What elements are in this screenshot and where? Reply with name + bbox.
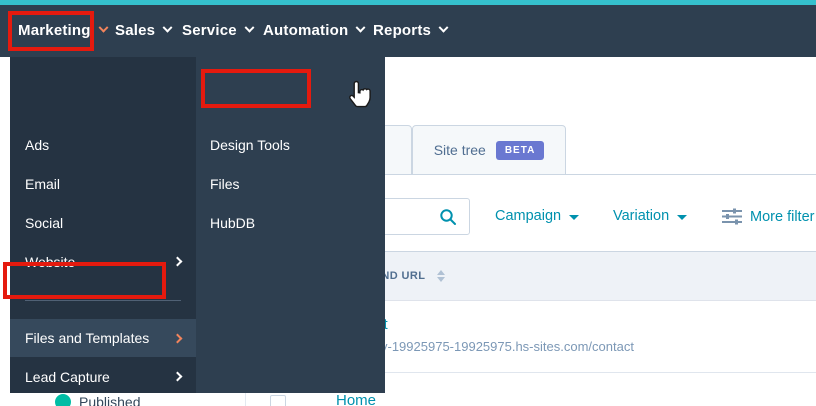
chevron-down-icon <box>244 22 255 33</box>
menu-item-lead-capture[interactable]: Lead Capture <box>10 357 196 396</box>
chevron-down-icon <box>98 22 109 33</box>
nav-item-sales[interactable]: Sales <box>115 20 173 40</box>
search-icon <box>440 209 456 225</box>
menu-item-label: Social <box>25 214 64 231</box>
more-filters-icon <box>722 208 742 225</box>
nav-item-label: Reports <box>373 21 432 39</box>
menu-item-label: Files and Templates <box>25 330 150 346</box>
chevron-right-icon <box>172 371 183 382</box>
campaign-filter-dropdown[interactable]: Campaign <box>495 208 580 224</box>
nav-item-label: Sales <box>115 21 156 39</box>
marketing-dropdown-menu: Ads Email Social Website Files and Templ… <box>10 57 196 393</box>
variation-filter-dropdown[interactable]: Variation <box>613 208 688 224</box>
nav-item-marketing[interactable]: Marketing <box>18 20 109 40</box>
menu-item-label: Website <box>25 253 76 270</box>
accent-line <box>0 0 816 5</box>
chevron-down-icon <box>162 22 173 33</box>
campaign-filter-label: Campaign <box>495 208 562 224</box>
tab-site-tree[interactable]: Site tree BETA <box>412 125 566 175</box>
top-navigation-bar: Marketing Sales Service Automation Repor… <box>0 0 816 57</box>
menu-item-ads[interactable]: Ads <box>10 125 196 164</box>
files-and-templates-submenu: Design Tools Files HubDB <box>196 57 385 393</box>
chevron-right-icon <box>172 333 183 343</box>
tab-site-tree-label: Site tree <box>433 142 486 158</box>
nav-item-reports[interactable]: Reports <box>373 20 449 40</box>
menu-item-website[interactable]: Website <box>10 242 196 281</box>
menu-item-files-and-templates[interactable]: Files and Templates <box>10 319 196 357</box>
submenu-item-design-tools[interactable]: Design Tools <box>196 125 385 164</box>
menu-item-label: Email <box>25 175 61 192</box>
nav-item-service[interactable]: Service <box>182 20 255 40</box>
menu-item-label: Files <box>210 175 240 192</box>
nav-item-label: Automation <box>263 21 349 39</box>
page-name-link[interactable]: Home <box>336 392 376 406</box>
menu-divider <box>25 300 181 301</box>
screenshot-root: Site tree BETA Campaign Variation More f… <box>0 0 816 406</box>
chevron-down-icon <box>569 214 580 220</box>
chevron-right-icon <box>172 256 183 267</box>
chevron-down-icon <box>438 22 449 33</box>
menu-item-label: Ads <box>25 136 50 153</box>
row-checkbox[interactable] <box>270 395 286 406</box>
menu-item-email[interactable]: Email <box>10 164 196 203</box>
menu-item-label: HubDB <box>210 214 256 231</box>
submenu-item-files[interactable]: Files <box>196 164 385 203</box>
variation-filter-label: Variation <box>613 208 670 224</box>
page-url-text: y-19925975-19925975.hs-sites.com/contact <box>381 339 634 354</box>
chevron-down-icon <box>355 22 366 33</box>
beta-badge: BETA <box>495 140 545 160</box>
more-filters-button[interactable]: More filter <box>722 208 814 225</box>
more-filters-label: More filter <box>750 208 815 225</box>
chevron-down-icon <box>677 214 688 220</box>
submenu-item-hubdb[interactable]: HubDB <box>196 203 385 242</box>
nav-item-label: Service <box>182 21 237 39</box>
nav-item-automation[interactable]: Automation <box>263 20 366 40</box>
sort-icon[interactable] <box>437 270 445 282</box>
menu-item-label: Design Tools <box>210 136 290 153</box>
menu-item-social[interactable]: Social <box>10 203 196 242</box>
nav-item-label: Marketing <box>18 21 91 39</box>
menu-item-planning-and-strategy[interactable]: Planning and Strategy <box>10 396 196 406</box>
menu-item-label: Lead Capture <box>25 368 110 385</box>
